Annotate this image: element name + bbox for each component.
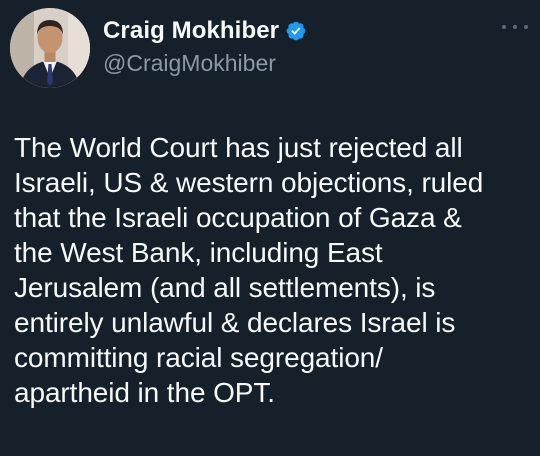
more-horizontal-icon[interactable] (502, 22, 528, 32)
author-info: Craig Mokhiber @CraigMokhiber (103, 14, 307, 77)
tweet-card: Craig Mokhiber @CraigMokhiber The World … (0, 0, 540, 456)
tweet-text: The World Court has just rejected all Is… (14, 132, 484, 408)
more-dot (513, 25, 517, 29)
verified-badge-icon (285, 20, 307, 42)
author-name-row: Craig Mokhiber (103, 14, 307, 48)
author-display-name[interactable]: Craig Mokhiber (103, 17, 279, 45)
author-avatar[interactable] (10, 8, 90, 88)
profile-photo-icon (10, 8, 90, 88)
more-dot (502, 25, 506, 29)
author-handle[interactable]: @CraigMokhiber (103, 50, 307, 77)
more-dot (524, 25, 528, 29)
